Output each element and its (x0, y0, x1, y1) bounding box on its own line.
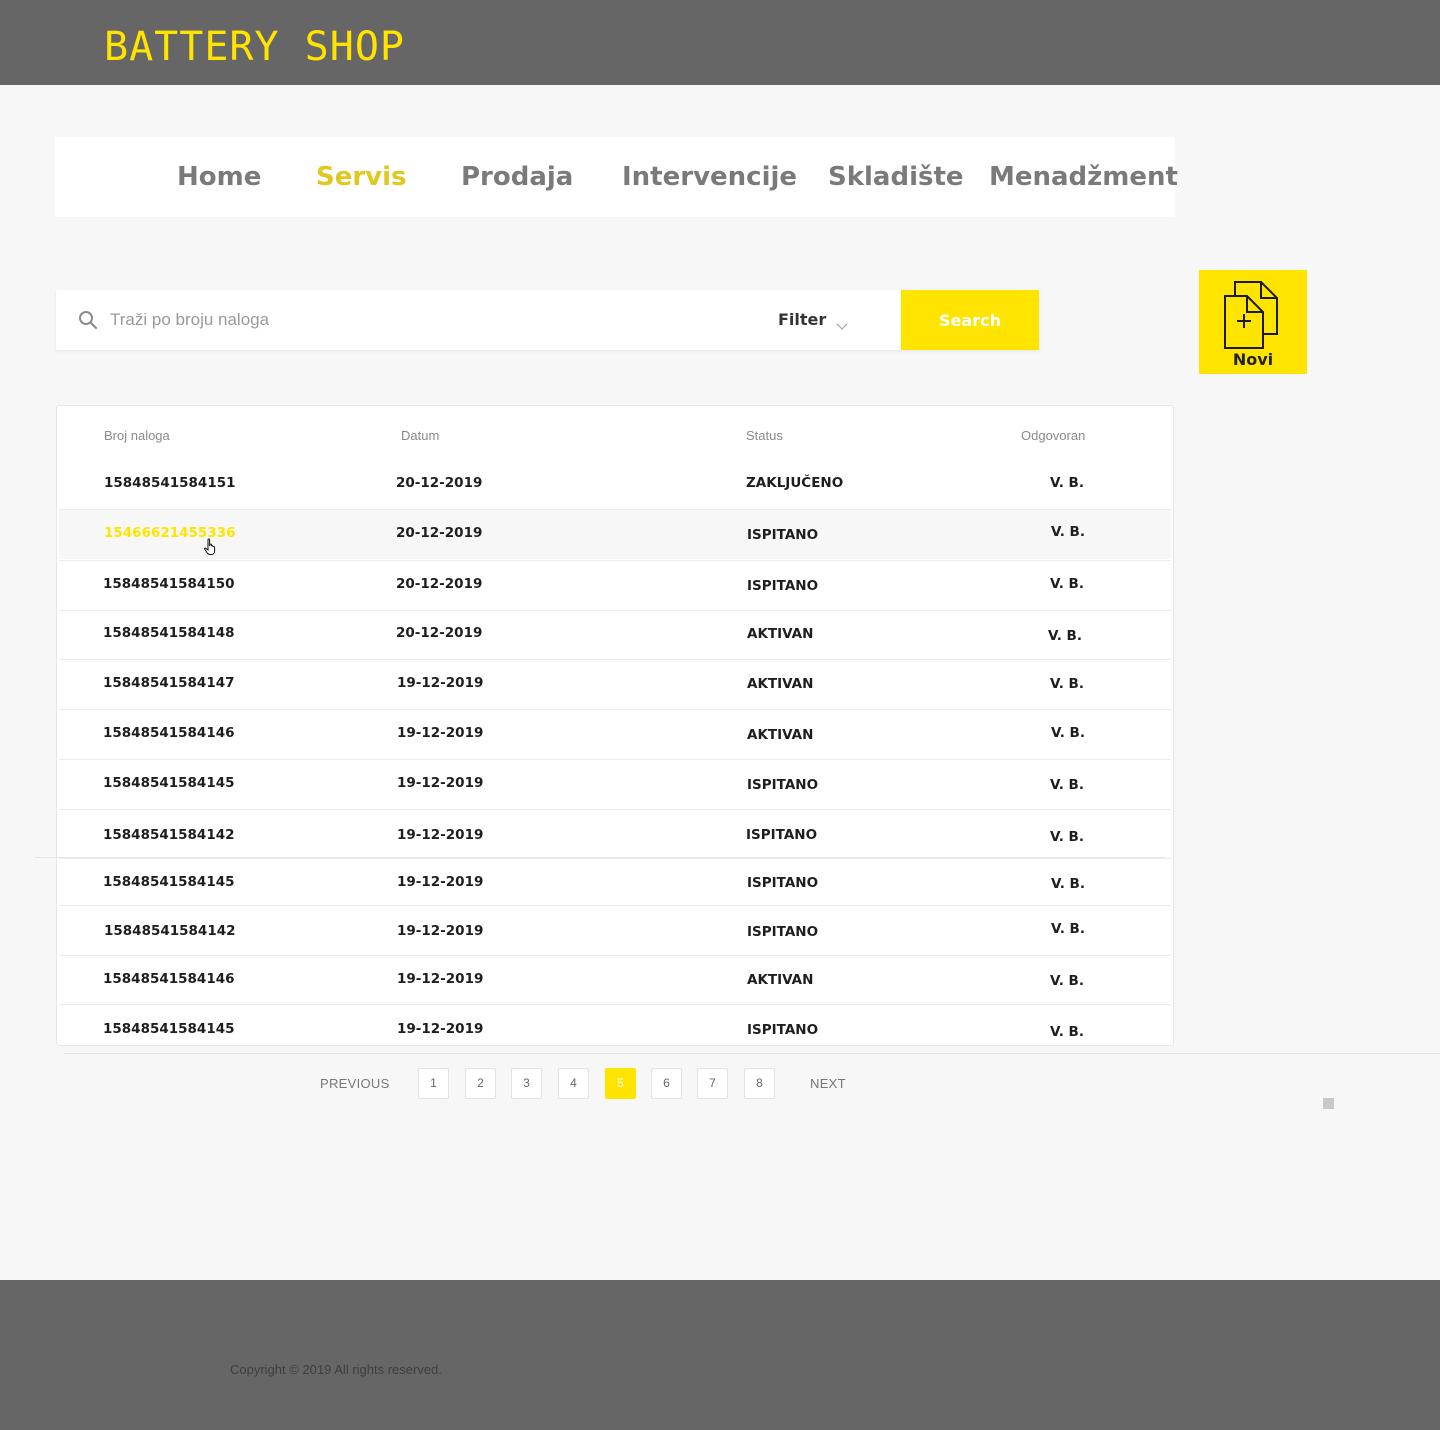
order-responsible: V. B. (1051, 725, 1085, 741)
nav-skladiste[interactable]: Skladište (828, 137, 964, 217)
brand-logo[interactable]: BATTERY SHOP (104, 22, 405, 72)
order-responsible: V. B. (1050, 1024, 1084, 1040)
order-status: AKTIVAN (747, 727, 814, 743)
order-number[interactable]: 15848541584142 (103, 827, 235, 843)
order-date: 19-12-2019 (397, 923, 484, 939)
page-button-5[interactable]: 5 (605, 1068, 636, 1099)
filter-dropdown[interactable]: Filter (778, 306, 826, 334)
orders-table: Broj naloga Datum Status Odgovoran 15848… (56, 405, 1174, 1046)
table-row[interactable]: 15848541584146 19-12-2019 AKTIVAN V. B. (59, 709, 1171, 759)
order-date: 19-12-2019 (397, 827, 484, 843)
table-row[interactable]: 15848541584148 20-12-2019 AKTIVAN V. B. (59, 610, 1171, 660)
scroll-handle[interactable] (1323, 1098, 1334, 1109)
order-number[interactable]: 15848541584145 (103, 874, 235, 890)
new-document-icon (1224, 281, 1278, 349)
page-button-4[interactable]: 4 (558, 1068, 589, 1099)
search-icon (79, 311, 98, 330)
order-date: 19-12-2019 (397, 675, 484, 691)
nav-servis[interactable]: Servis (316, 137, 407, 217)
order-responsible: V. B. (1050, 829, 1084, 845)
order-responsible: V. B. (1051, 921, 1085, 937)
table-row[interactable]: 15848541584147 19-12-2019 AKTIVAN V. B. (59, 659, 1171, 709)
order-responsible: V. B. (1048, 628, 1082, 644)
page-button-2[interactable]: 2 (465, 1068, 496, 1099)
order-responsible: V. B. (1050, 676, 1084, 692)
order-date: 19-12-2019 (397, 874, 484, 890)
order-date: 20-12-2019 (396, 625, 483, 641)
order-status: ISPITANO (746, 827, 818, 843)
chevron-down-icon[interactable] (836, 318, 848, 330)
previous-page-button[interactable]: PREVIOUS (320, 1076, 390, 1091)
table-row[interactable]: 15848541584145 19-12-2019 ISPITANO V. B. (59, 1004, 1171, 1045)
table-row[interactable]: 15848541584145 19-12-2019 ISPITANO V. B. (59, 858, 1171, 908)
top-bar: BATTERY SHOP (0, 0, 1440, 85)
order-status: ISPITANO (747, 1022, 819, 1038)
table-row[interactable]: 15848541584142 19-12-2019 ISPITANO V. B. (59, 905, 1171, 955)
nav-intervencije[interactable]: Intervencije (622, 137, 797, 217)
hand-cursor-icon (204, 538, 216, 555)
column-header-broj-naloga[interactable]: Broj naloga (104, 428, 170, 443)
divider (35, 857, 1165, 858)
new-order-button[interactable]: Novi (1199, 270, 1307, 374)
column-header-odgovoran[interactable]: Odgovoran (1021, 428, 1085, 443)
page-button-8[interactable]: 8 (744, 1068, 775, 1099)
order-status: ZAKLJUČENO (746, 475, 844, 491)
order-number[interactable]: 15848541584146 (103, 725, 235, 741)
page-button-3[interactable]: 3 (511, 1068, 542, 1099)
order-status: AKTIVAN (747, 972, 814, 988)
order-status: ISPITANO (747, 578, 819, 594)
column-header-datum[interactable]: Datum (401, 428, 439, 443)
order-date: 20-12-2019 (396, 525, 483, 541)
nav-prodaja[interactable]: Prodaja (461, 137, 573, 217)
column-header-status[interactable]: Status (746, 428, 783, 443)
page-button-1[interactable]: 1 (418, 1068, 449, 1099)
order-responsible: V. B. (1050, 475, 1084, 491)
order-date: 20-12-2019 (396, 576, 483, 592)
order-number[interactable]: 15848541584146 (103, 971, 235, 987)
order-responsible: V. B. (1050, 973, 1084, 989)
copyright-text: Copyright © 2019 All rights reserved. (230, 1362, 442, 1377)
nav-home[interactable]: Home (177, 137, 261, 217)
order-number[interactable]: 15848541584147 (103, 675, 235, 691)
order-number[interactable]: 15848541584150 (103, 576, 235, 592)
order-date: 19-12-2019 (397, 1021, 484, 1037)
order-status: ISPITANO (747, 527, 819, 543)
table-row[interactable]: 15466621455336 20-12-2019 ISPITANO V. B. (59, 509, 1171, 559)
main-nav: Home Servis Prodaja Intervencije Skladiš… (55, 137, 1178, 217)
table-row[interactable]: 15848541584150 20-12-2019 ISPITANO V. B. (59, 560, 1171, 610)
order-date: 19-12-2019 (397, 725, 484, 741)
table-row[interactable]: 15848541584151 20-12-2019 ZAKLJUČENO V. … (59, 460, 1171, 510)
order-number[interactable]: 15848541584145 (103, 1021, 235, 1037)
footer: Copyright © 2019 All rights reserved. (0, 1280, 1440, 1430)
order-status: ISPITANO (747, 777, 819, 793)
search-button[interactable]: Search (901, 290, 1039, 350)
order-date: 20-12-2019 (396, 475, 483, 491)
order-number[interactable]: 15848541584142 (104, 923, 236, 939)
search-bar: Filter Search (56, 290, 1039, 350)
pagination: PREVIOUS 1 2 3 4 5 6 7 8 NEXT (0, 1068, 1440, 1100)
page-button-7[interactable]: 7 (697, 1068, 728, 1099)
search-input[interactable] (110, 304, 750, 336)
next-page-button[interactable]: NEXT (810, 1076, 846, 1091)
order-date: 19-12-2019 (397, 971, 484, 987)
nav-menadzment[interactable]: Menadžment (989, 137, 1178, 217)
order-responsible: V. B. (1050, 777, 1084, 793)
table-row[interactable]: 15848541584142 19-12-2019 ISPITANO V. B. (59, 809, 1171, 859)
table-row[interactable]: 15848541584145 19-12-2019 ISPITANO V. B. (59, 759, 1171, 809)
page-button-6[interactable]: 6 (651, 1068, 682, 1099)
order-status: ISPITANO (747, 875, 819, 891)
order-number[interactable]: 15848541584145 (103, 775, 235, 791)
order-status: AKTIVAN (747, 676, 814, 692)
order-status: AKTIVAN (747, 626, 814, 642)
order-responsible: V. B. (1050, 576, 1084, 592)
order-status: ISPITANO (747, 924, 819, 940)
order-responsible: V. B. (1051, 876, 1085, 892)
order-date: 19-12-2019 (397, 775, 484, 791)
order-number[interactable]: 15848541584148 (103, 625, 235, 641)
order-responsible: V. B. (1051, 524, 1085, 540)
new-button-label: Novi (1232, 350, 1274, 369)
order-number[interactable]: 15848541584151 (104, 475, 236, 491)
table-row[interactable]: 15848541584146 19-12-2019 AKTIVAN V. B. (59, 955, 1171, 1005)
divider (64, 1053, 1440, 1054)
